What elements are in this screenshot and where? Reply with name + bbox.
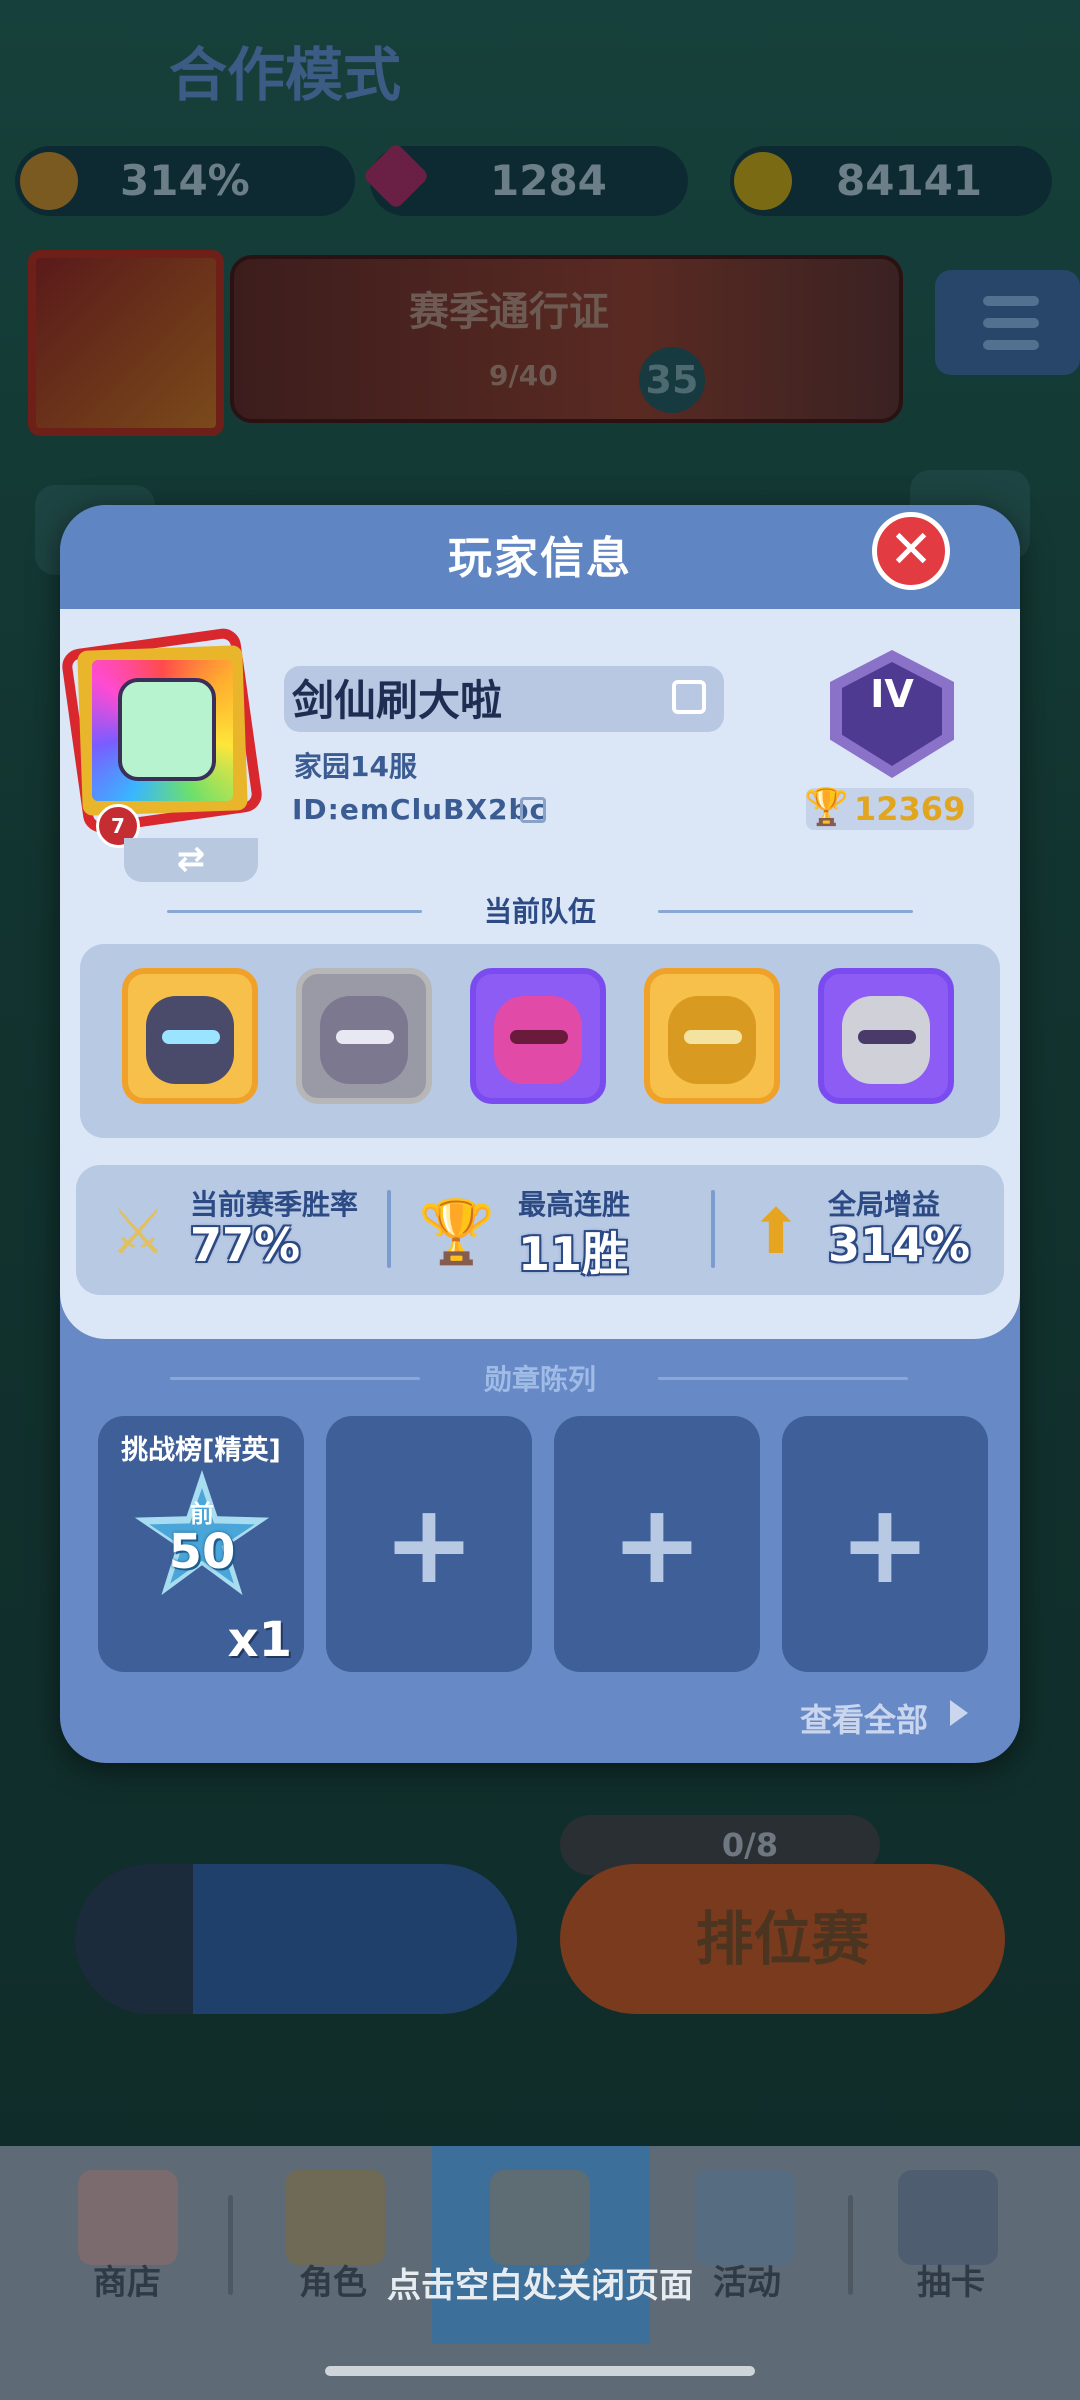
boost-icon: ⬆ (750, 1195, 802, 1268)
stat-separator (387, 1190, 391, 1268)
server-name: 家园14服 (294, 750, 417, 783)
global-boost-label: 全局增益 (828, 1188, 941, 1221)
plus-icon: + (838, 1480, 932, 1608)
view-all-link[interactable]: 查看全部 (800, 1695, 928, 1741)
background-avatar[interactable] (28, 250, 224, 436)
gacha-icon[interactable] (898, 2170, 998, 2265)
boost-value: 314% (120, 156, 250, 205)
home-indicator[interactable] (325, 2366, 755, 2376)
close-icon: ✕ (889, 520, 933, 580)
win-streak-value: 11胜 (518, 1227, 629, 1281)
battle-icon[interactable] (490, 2170, 590, 2265)
coin-icon (734, 152, 792, 210)
trophy-icon: 🏆 (418, 1195, 496, 1268)
crossed-swords-icon: ⚔ (110, 1195, 166, 1268)
coop-mode-button[interactable] (75, 1864, 517, 2014)
coop-mode-label: 合作模式 (168, 41, 401, 109)
plus-icon: + (610, 1480, 704, 1608)
season-pass-card[interactable]: 赛季通行证 9/40 35 (230, 255, 903, 423)
hero-card-2[interactable] (296, 968, 432, 1104)
win-streak-label: 最高连胜 (518, 1188, 631, 1221)
shop-icon[interactable] (78, 2170, 178, 2265)
medal-slot-3[interactable]: + (554, 1416, 760, 1672)
close-button[interactable]: ✕ (872, 512, 950, 590)
trophy-icon: 🏆 (804, 787, 849, 828)
ranked-match-button[interactable]: 排位赛 (560, 1864, 1005, 2014)
medal-number: 50 (168, 1524, 236, 1580)
swap-icon: ⇄ (176, 839, 206, 879)
hero-card-3[interactable] (470, 968, 606, 1104)
medal-title: 挑战榜[精英] (121, 1435, 281, 1466)
avatar[interactable] (60, 626, 264, 835)
plus-icon: + (382, 1480, 476, 1608)
team-section-title: 当前队伍 (483, 895, 596, 928)
medal-slot-2[interactable]: + (326, 1416, 532, 1672)
medal-slot-4[interactable]: + (782, 1416, 988, 1672)
gem-value: 1284 (490, 156, 607, 205)
win-rate-value: 77% (190, 1218, 301, 1272)
medal-count: x1 (227, 1612, 292, 1668)
character-icon[interactable] (285, 2170, 385, 2265)
season-pass-level: 35 (639, 347, 705, 413)
season-pass-title: 赛季通行证 (409, 289, 609, 335)
triangle-right-icon[interactable] (950, 1700, 968, 1726)
season-pass-progress: 9/40 (489, 359, 558, 392)
player-id: ID:emCluBX2bc (292, 793, 548, 826)
boost-icon (20, 152, 78, 210)
close-hint: 点击空白处关闭页面 (387, 2266, 693, 2306)
menu-button[interactable] (935, 270, 1080, 375)
hero-card-1[interactable] (122, 968, 258, 1104)
swap-avatar-button[interactable]: ⇄ (124, 838, 258, 882)
stat-separator (711, 1190, 715, 1268)
hero-card-4[interactable] (644, 968, 780, 1104)
rank-tier: IV (870, 672, 914, 716)
player-name: 剑仙刷大啦 (292, 676, 503, 725)
copy-id-icon[interactable] (520, 797, 546, 823)
win-rate-label: 当前赛季胜率 (190, 1188, 359, 1221)
trophy-count: 12369 (854, 790, 966, 828)
edit-name-icon[interactable] (672, 680, 706, 714)
hero-card-5[interactable] (818, 968, 954, 1104)
ranked-match-label: 排位赛 (695, 1905, 870, 1973)
event-icon[interactable] (695, 2170, 795, 2265)
coin-value: 84141 (836, 156, 983, 205)
global-boost-value: 314% (828, 1218, 971, 1272)
medals-section-title: 勋章陈列 (483, 1363, 596, 1396)
